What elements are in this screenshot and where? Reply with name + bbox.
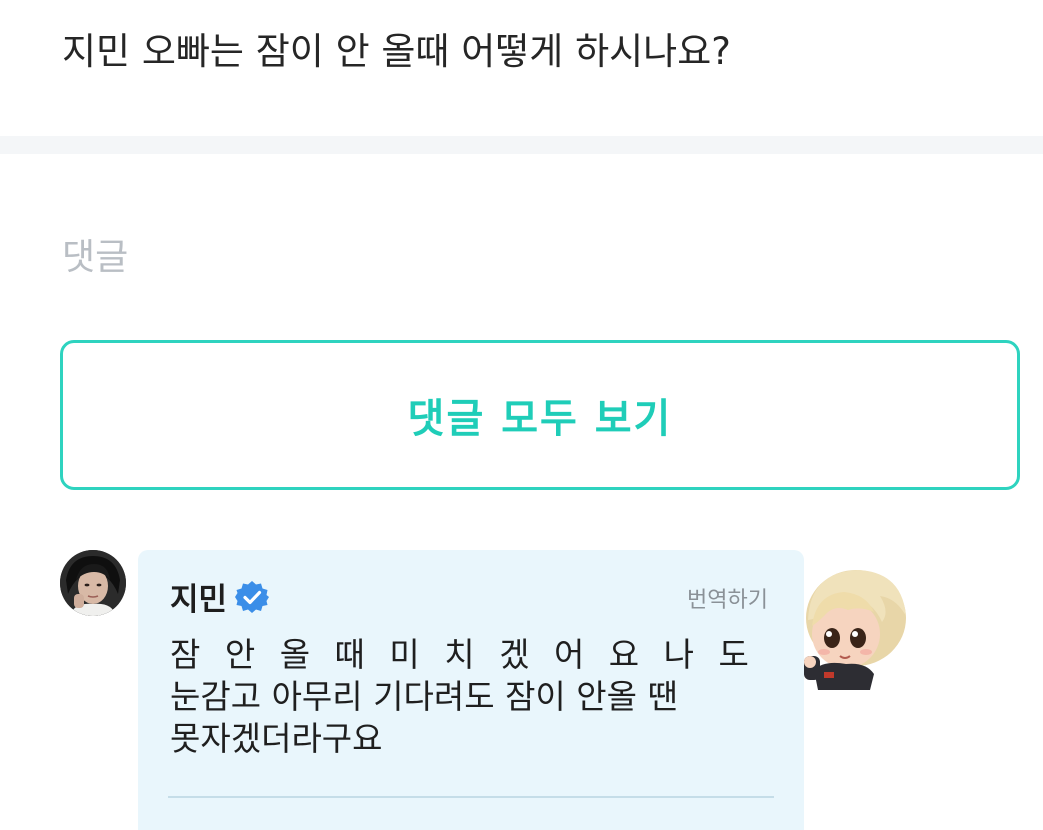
section-divider [0,136,1043,154]
reply-bubble: 지민 번역하기 잠 안 올 때 미 치 겠 어 요 나 도 눈감고 아무리 기다… [138,550,804,830]
chibi-character-sticker-icon [804,570,906,690]
question-text: 지민 오빠는 잠이 안 올때 어떻게 하시나요? [62,30,731,73]
author-name[interactable]: 지민 [170,574,227,619]
view-all-comments-label: 댓글 모두 보기 [407,396,673,442]
reply-body: 잠 안 올 때 미 치 겠 어 요 나 도 눈감고 아무리 기다려도 잠이 안올… [170,634,770,760]
bubble-divider [168,796,774,798]
translate-button[interactable]: 번역하기 [687,582,768,614]
verified-badge-icon [235,580,270,613]
view-all-comments-button[interactable]: 댓글 모두 보기 [60,340,1020,490]
reply-line: 못자겠더라구요 [170,719,383,758]
reply-line: 눈감고 아무리 기다려도 잠이 안올 땐 [170,677,678,716]
reply-author: 지민 [170,574,270,619]
reply-line: 잠 안 올 때 미 치 겠 어 요 나 도 [170,635,756,674]
comments-section-label: 댓글 [62,237,129,278]
profile-photo-avatar-icon [60,550,126,616]
character-sticker [800,560,912,690]
avatar[interactable] [60,550,126,616]
